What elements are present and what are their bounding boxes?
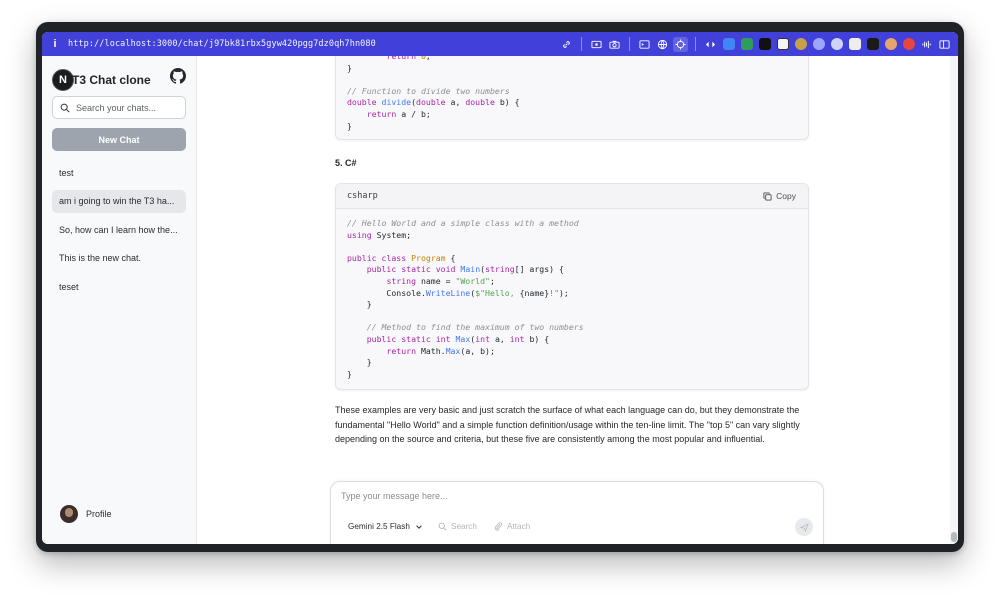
app-logo: N [52, 69, 74, 91]
search-toggle-label: Search [451, 522, 477, 531]
code-block-header: csharp Copy [336, 184, 808, 209]
sidebar: N T3 Chat clone New Chat test am i going… [42, 56, 197, 544]
copy-label: Copy [776, 191, 796, 201]
code-block-cpp-partial: return 0; } // Function to divide two nu… [335, 56, 809, 141]
crosshair-icon[interactable] [673, 36, 688, 52]
green-extension-icon[interactable] [739, 37, 754, 52]
play-extension-icon[interactable] [865, 37, 880, 52]
chevron-down-icon [416, 524, 422, 529]
brand[interactable]: N T3 Chat clone [52, 69, 153, 91]
model-name: Gemini 2.5 Flash [348, 522, 410, 531]
new-chat-button[interactable]: New Chat [52, 128, 186, 151]
browser-toolbar [559, 32, 952, 56]
scrollbar-thumb[interactable] [951, 532, 957, 542]
chat-list-item[interactable]: So, how can I learn how the... [52, 218, 186, 241]
site-info-icon[interactable]: i [42, 38, 68, 50]
leaf-extension-icon[interactable] [811, 37, 826, 52]
section-heading: 5. C# [335, 158, 357, 168]
url-text[interactable]: http://localhost:3000/chat/j97bk81rbx5gy… [68, 39, 376, 49]
camera-icon[interactable] [607, 37, 622, 52]
audio-wave-icon[interactable] [919, 37, 934, 52]
profile-button[interactable]: Profile [60, 505, 112, 523]
chat-search-field[interactable] [52, 96, 186, 119]
chat-list-item[interactable]: This is the new chat. [52, 247, 186, 270]
message-input[interactable] [341, 491, 811, 507]
shield-extension-icon[interactable] [793, 37, 808, 52]
model-selector[interactable]: Gemini 2.5 Flash [348, 522, 423, 531]
translate-extension-icon[interactable] [721, 37, 736, 52]
chrome-extension-icon[interactable] [901, 37, 916, 52]
code-content: return 0; } // Function to divide two nu… [347, 56, 520, 131]
terminal-icon[interactable] [637, 37, 652, 52]
chat-list: test am i going to win the T3 ha... So, … [52, 161, 186, 304]
face-extension-icon[interactable] [883, 37, 898, 52]
toolbar-divider [629, 37, 630, 51]
copy-icon [763, 191, 772, 201]
assistant-message-text: These examples are very basic and just s… [335, 405, 800, 445]
attach-button[interactable]: Attach [494, 522, 530, 531]
sidebar-toggle-icon[interactable] [937, 37, 952, 52]
profile-label: Profile [86, 509, 112, 519]
address-bar[interactable]: i http://localhost:3000/chat/j97bk81rbx5… [42, 32, 958, 56]
toolbar-divider [581, 37, 582, 51]
notion-extension-icon[interactable] [775, 37, 790, 52]
screen-capture-icon[interactable] [589, 37, 604, 52]
code-block-csharp: csharp Copy // Hello World and a simple … [335, 183, 809, 391]
app-title: T3 Chat clone [72, 73, 151, 87]
copy-button[interactable]: Copy [763, 191, 796, 201]
search-input[interactable] [76, 102, 176, 113]
extension-arrows-icon[interactable] [703, 37, 718, 52]
chat-list-item[interactable]: teset [52, 275, 186, 298]
cloud-extension-icon[interactable] [829, 37, 844, 52]
github-icon[interactable] [170, 68, 186, 84]
chat-main: return 0; } // Function to divide two nu… [197, 56, 958, 544]
d-extension-icon[interactable] [757, 37, 772, 52]
code-language-label: csharp [347, 191, 378, 201]
globe-icon[interactable] [655, 37, 670, 52]
search-icon [60, 103, 70, 113]
chat-list-item[interactable]: test [52, 161, 186, 184]
send-button[interactable] [795, 518, 813, 536]
code-content: // Hello World and a simple class with a… [347, 218, 584, 379]
toolbar-divider [695, 37, 696, 51]
chat-list-item-active[interactable]: am i going to win the T3 ha... [52, 189, 186, 213]
window-extension-icon[interactable] [847, 37, 862, 52]
search-icon [438, 522, 447, 531]
send-icon [799, 522, 809, 532]
message-composer: Gemini 2.5 Flash Search Attach [330, 481, 824, 544]
avatar [60, 505, 78, 523]
scrollbar[interactable] [950, 56, 958, 544]
browser-viewport: i http://localhost:3000/chat/j97bk81rbx5… [42, 32, 958, 544]
search-toggle-button[interactable]: Search [438, 522, 477, 531]
paperclip-icon [494, 522, 502, 531]
link-icon[interactable] [559, 37, 574, 52]
attach-label: Attach [507, 522, 531, 531]
browser-window: i http://localhost:3000/chat/j97bk81rbx5… [36, 22, 964, 552]
